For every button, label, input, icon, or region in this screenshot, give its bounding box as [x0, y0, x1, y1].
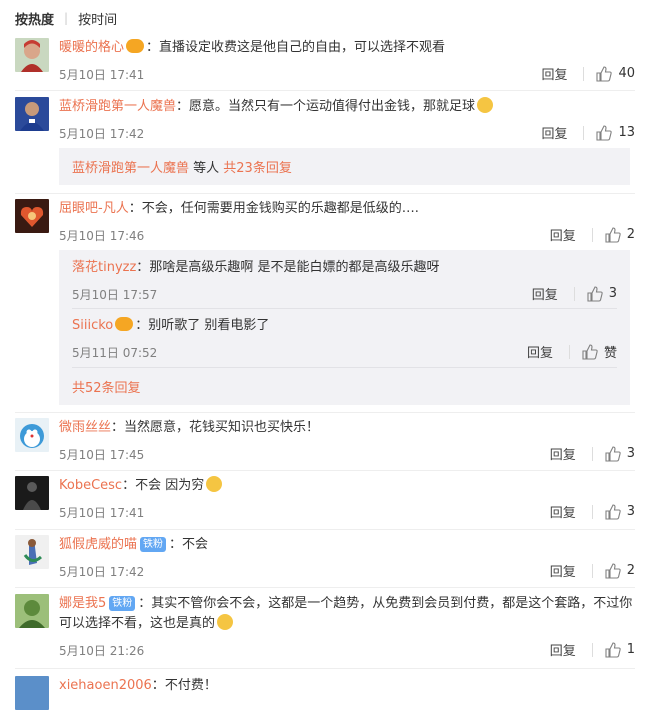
- divider: [15, 90, 635, 91]
- comment-item: KobeCesc：不会 因为穷 5月10日 17:41 回复 3: [15, 476, 635, 524]
- reply-item: Siiicko ：别听歌了 别看电影了 5月11日 07:52 回复 赞: [72, 317, 617, 361]
- comment-time: 5月10日 17:42: [59, 565, 145, 579]
- like-count: 2: [626, 227, 635, 242]
- comment-item: 屈眼吧-凡人：不会，任何需要用金钱购买的乐趣都是低级的…. 5月10日 17:4…: [15, 199, 635, 247]
- thumbs-up-icon[interactable]: [605, 562, 621, 579]
- like-count: 3: [626, 504, 635, 519]
- reply-summary-user[interactable]: 蓝桥滑跑第一人魔兽: [72, 161, 189, 176]
- reply-summary: 蓝桥滑跑第一人魔兽 等人 共23条回复: [59, 148, 630, 185]
- avatar[interactable]: [15, 676, 49, 710]
- reply-item: 落花tinyzz：那啥是高级乐趣啊 是不是能白嫖的都是高级乐趣呀 5月10日 1…: [72, 260, 617, 303]
- comment-text: 当然愿意，花钱买知识也买快乐！: [124, 420, 320, 435]
- thumbs-up-icon[interactable]: [605, 641, 621, 658]
- reply-list: 落花tinyzz：那啥是高级乐趣啊 是不是能白嫖的都是高级乐趣呀 5月10日 1…: [59, 250, 630, 405]
- like-count: 13: [618, 125, 635, 140]
- thumbs-up-icon[interactable]: [596, 124, 613, 141]
- comment-text: 不会 因为穷: [135, 478, 205, 493]
- fan-badge: 铁粉: [109, 596, 136, 611]
- reply-time: 5月11日 07:52: [72, 346, 158, 360]
- vip-badge-icon: [115, 317, 134, 331]
- avatar[interactable]: [15, 97, 49, 131]
- reply-time: 5月10日 17:57: [72, 288, 158, 302]
- username[interactable]: KobeCesc: [59, 478, 122, 493]
- comment-text: 愿意。当然只有一个运动值得付出金钱，那就足球: [189, 99, 476, 114]
- reply-button[interactable]: 回复: [532, 284, 558, 303]
- comment-text: 直播设定收费这是他自己的自由，可以选择不观看: [159, 40, 446, 55]
- reply-button[interactable]: 回复: [550, 444, 576, 463]
- vip-badge-icon: [126, 39, 145, 53]
- comment-item: 娜是我5 铁粉 ：其实不管你会不会，这都是一个趋势，从免费到会员到付费，都是这个套路…: [15, 594, 635, 664]
- sort-bar: 按热度 | 按时间: [15, 8, 117, 28]
- comment-time: 5月10日 17:46: [59, 229, 145, 243]
- like-count: 3: [626, 446, 635, 461]
- divider: [15, 470, 635, 471]
- reply-button[interactable]: 回复: [550, 561, 576, 580]
- comment-text: 不付费！: [164, 678, 217, 693]
- sad-emoji-icon: [206, 476, 223, 492]
- like-count: 2: [626, 563, 635, 578]
- comment-item: xiehaoen2006：不付费！: [15, 676, 635, 710]
- sort-by-hot[interactable]: 按热度: [15, 9, 54, 28]
- grin-emoji-icon: [477, 97, 494, 113]
- avatar[interactable]: [15, 535, 49, 569]
- username[interactable]: Siiicko: [72, 318, 113, 333]
- avatar[interactable]: [15, 38, 49, 72]
- thumbs-up-icon[interactable]: [596, 65, 613, 82]
- username[interactable]: 屈眼吧-凡人: [59, 201, 129, 216]
- username[interactable]: xiehaoen2006: [59, 678, 152, 693]
- reply-text: 那啥是高级乐趣啊 是不是能白嫖的都是高级乐趣呀: [149, 260, 440, 275]
- reply-button[interactable]: 回复: [541, 123, 567, 142]
- thumbs-up-icon[interactable]: [605, 503, 621, 520]
- username[interactable]: 落花tinyzz: [72, 260, 136, 275]
- comment-text: 不会: [182, 537, 209, 552]
- avatar[interactable]: [15, 594, 49, 628]
- reply-text: 别听歌了 别看电影了: [148, 318, 270, 333]
- comment-item: 狐假虎威的喵 铁粉 ：不会 5月10日 17:42 回复 2: [15, 535, 635, 583]
- username[interactable]: 蓝桥滑跑第一人魔兽: [59, 99, 176, 114]
- reply-button[interactable]: 回复: [550, 502, 576, 521]
- thumbs-up-icon[interactable]: [587, 285, 603, 302]
- username[interactable]: 暖暖的格心: [59, 40, 124, 55]
- comment-text: 不会，任何需要用金钱购买的乐趣都是低级的….: [141, 201, 419, 216]
- divider: [15, 668, 635, 669]
- like-count: 40: [618, 66, 635, 81]
- avatar[interactable]: [15, 199, 49, 233]
- username[interactable]: 狐假虎威的喵: [59, 537, 137, 552]
- reply-button[interactable]: 回复: [550, 225, 576, 244]
- avatar[interactable]: [15, 476, 49, 510]
- comment-time: 5月10日 21:26: [59, 644, 145, 658]
- divider: [15, 412, 635, 413]
- like-count: 1: [626, 642, 635, 657]
- divider: [15, 529, 635, 530]
- thumbs-up-icon[interactable]: [605, 445, 621, 462]
- laugh-cry-emoji-icon: [217, 614, 234, 630]
- comment-item: 暖暖的格心 ：直播设定收费这是他自己的自由，可以选择不观看 5月10日 17:41…: [15, 38, 635, 86]
- comment-item: 蓝桥滑跑第一人魔兽：愿意。当然只有一个运动值得付出金钱，那就足球 5月10日 1…: [15, 97, 635, 145]
- view-all-replies-link[interactable]: 共52条回复: [72, 381, 141, 396]
- view-all-replies-link[interactable]: 共23条回复: [223, 161, 292, 176]
- username[interactable]: 娜是我5: [59, 596, 106, 611]
- username[interactable]: 微雨丝丝: [59, 420, 111, 435]
- comment-time: 5月10日 17:45: [59, 448, 145, 462]
- like-count: 3: [608, 286, 617, 301]
- sort-by-time[interactable]: 按时间: [78, 9, 117, 28]
- like-label: 赞: [603, 346, 617, 361]
- comment-time: 5月10日 17:41: [59, 506, 145, 520]
- comment-item: 微雨丝丝：当然愿意，花钱买知识也买快乐！ 5月10日 17:45 回复 3: [15, 418, 635, 466]
- reply-button[interactable]: 回复: [527, 342, 553, 361]
- fan-badge: 铁粉: [140, 537, 167, 552]
- reply-button[interactable]: 回复: [550, 640, 576, 659]
- reply-button[interactable]: 回复: [541, 64, 567, 83]
- comment-time: 5月10日 17:41: [59, 68, 145, 82]
- comment-time: 5月10日 17:42: [59, 127, 145, 141]
- thumbs-up-icon[interactable]: [582, 343, 598, 360]
- divider: [15, 587, 635, 588]
- sort-separator: |: [64, 11, 69, 25]
- divider: [15, 193, 635, 194]
- thumbs-up-icon[interactable]: [605, 226, 621, 243]
- avatar[interactable]: [15, 418, 49, 452]
